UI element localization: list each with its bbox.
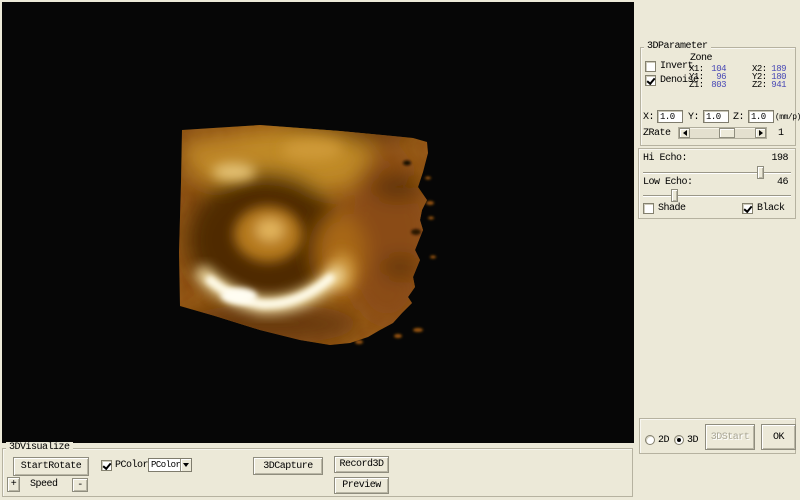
scale-y-input[interactable] [703,110,729,123]
black-checkbox[interactable] [742,203,753,214]
visualize-groupbox: 3DVisualize StartRotate + Speed - PColor… [2,448,633,497]
shade-checkbox[interactable] [643,203,654,214]
ultrasound-render [2,2,634,443]
start-rotate-button[interactable]: StartRotate [13,457,89,476]
action-groupbox: 2D 3D 3DStart OK [639,418,796,454]
scale-x-label: X: [643,113,654,123]
visualize-group-title: 3DVisualize [6,442,73,453]
denoise-checkbox[interactable] [645,75,656,86]
zrate-scroll-left-arrow-icon[interactable] [679,128,690,138]
hi-echo-slider-track[interactable] [643,172,791,174]
zone-label: Zone [690,54,712,64]
ok-button[interactable]: OK [761,424,796,450]
radio-3d[interactable] [674,435,684,445]
hi-echo-label: Hi Echo: [643,154,687,164]
pcolor-dropdown[interactable]: PColor [148,458,192,472]
radio-2d-label: 2D [658,436,669,446]
capture-3d-button[interactable]: 3DCapture [253,457,323,475]
speed-minus-button[interactable]: - [72,478,88,492]
low-echo-slider-track[interactable] [643,195,791,197]
record-3d-button[interactable]: Record3D [334,456,389,473]
zrate-value: 1 [778,129,784,139]
zone-z2-value: 941 [765,80,786,90]
low-echo-value: 46 [777,178,788,188]
scale-y-label: Y: [688,113,699,123]
parameter-group-title: 3DParameter [644,41,711,52]
scale-z-label: Z: [733,113,744,123]
low-echo-label: Low Echo: [643,178,693,188]
hi-echo-value: 198 [771,154,788,164]
pcolor-checkbox[interactable] [101,460,112,471]
zrate-scroll-thumb[interactable] [719,128,735,138]
zrate-scroll-right-arrow-icon[interactable] [755,128,766,138]
zrate-label: ZRate [643,129,671,139]
radio-2d[interactable] [645,435,655,445]
black-label: Black [757,204,785,214]
radio-3d-label: 3D [687,436,698,446]
speed-plus-button[interactable]: + [7,477,20,492]
pcolor-dropdown-value: PColor [149,459,180,471]
scale-x-input[interactable] [657,110,683,123]
low-echo-slider-thumb[interactable] [671,189,678,202]
scale-unit-label: (mm/p) [775,113,800,123]
scale-z-input[interactable] [748,110,774,123]
shade-label: Shade [658,204,686,214]
echo-groupbox: Hi Echo: 198 Low Echo: 46 Shade Black [638,148,796,219]
preview-button[interactable]: Preview [334,477,389,494]
start-3d-button[interactable]: 3DStart [705,424,755,450]
pcolor-dropdown-arrow-icon[interactable] [180,459,191,471]
parameter-groupbox: 3DParameter Invert Denoise Zone X1: 104 … [640,47,796,146]
hi-echo-slider-thumb[interactable] [757,166,764,179]
zone-z1-value: 803 [702,80,726,90]
zrate-scrollbar[interactable] [678,127,767,139]
render-viewport[interactable] [2,2,634,443]
pcolor-checkbox-label: PColor [115,461,148,471]
low-echo-slider[interactable] [643,189,791,203]
speed-label: Speed [30,480,58,490]
invert-checkbox[interactable] [645,61,656,72]
